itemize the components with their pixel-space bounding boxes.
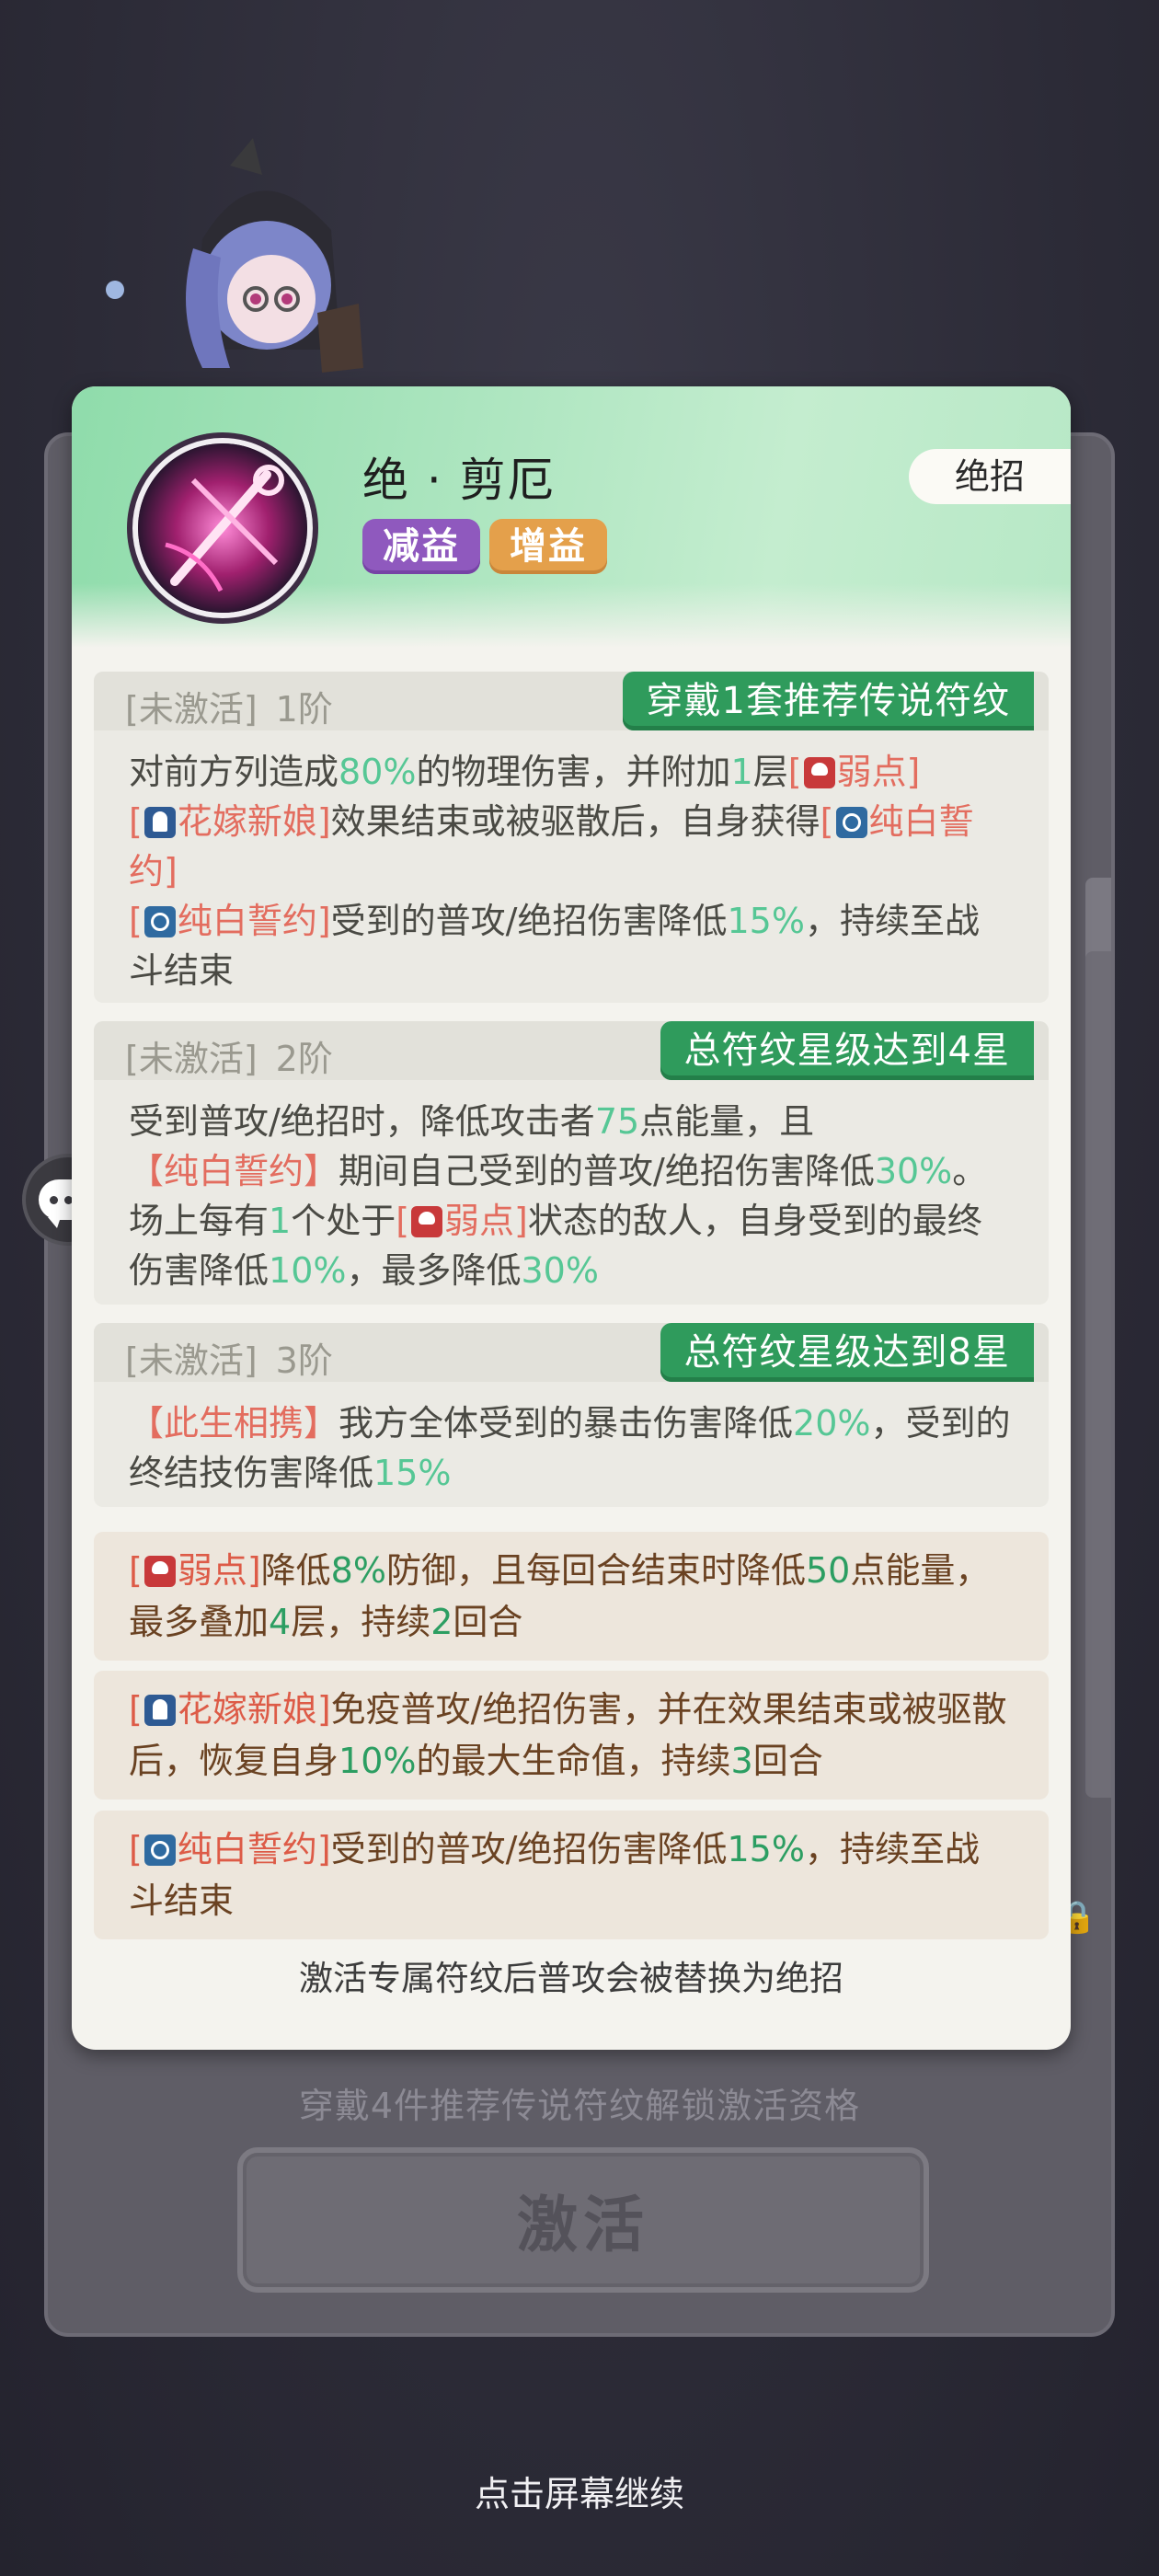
- status-label: [未激活]: [125, 1340, 258, 1381]
- tier-level: 3阶: [275, 1340, 333, 1381]
- weak-point-skull-icon: [143, 1556, 176, 1587]
- effect-white-vow: [纯白誓约]受到的普攻/绝招伤害降低15%，持续至战斗结束: [94, 1811, 1049, 1939]
- skill-scissors-icon: [132, 438, 313, 618]
- requirement-badge: 穿戴1套推荐传说符纹: [622, 672, 1034, 730]
- tier-2: [未激活] 2阶 总符纹星级达到4星 受到普攻/绝招时，降低攻击者75点能量，且【…: [94, 1021, 1049, 1305]
- tier-description: 对前方列造成80%的物理伤害，并附加1层[弱点][花嫁新娘]效果结束或被驱散后，…: [129, 752, 980, 991]
- tier-description: 受到普攻/绝招时，降低攻击者75点能量，且【纯白誓约】期间自己受到的普攻/绝招伤…: [129, 1101, 988, 1291]
- bride-status-icon: [143, 1695, 176, 1726]
- effect-weak-point: [弱点]降低8%防御，且每回合结束时降低50点能量，最多叠加4层，持续2回合: [94, 1532, 1049, 1661]
- tag-debuff: 减益: [362, 519, 480, 574]
- requirement-badge: 总符纹星级达到4星: [660, 1021, 1034, 1080]
- footer-note: 激活专属符纹后普攻会被替换为绝招: [299, 1959, 843, 1998]
- tap-to-continue[interactable]: 点击屏幕继续: [0, 2466, 1159, 2516]
- skill-tags: 减益 增益: [362, 519, 607, 574]
- weak-point-skull-icon: [411, 1206, 443, 1237]
- activate-label: 激活: [517, 2190, 649, 2260]
- tier-header: [未激活] 3阶 总符纹星级达到8星: [94, 1323, 1049, 1382]
- unlock-hint: 穿戴4件推荐传说符纹解锁激活资格: [298, 2086, 861, 2126]
- mascot-character: [106, 138, 363, 373]
- skill-name: 绝 · 剪厄: [362, 454, 556, 507]
- white-vow-status-icon: [143, 906, 176, 937]
- background-slot: [1085, 951, 1111, 1798]
- tag-buff: 增益: [489, 519, 607, 574]
- tier-header: [未激活] 2阶 总符纹星级达到4星: [94, 1021, 1049, 1080]
- white-vow-status-icon: [835, 807, 867, 838]
- tier-status: [未激活] 1阶: [125, 681, 333, 731]
- tier-level: 1阶: [275, 689, 333, 730]
- activate-button[interactable]: 激活: [237, 2147, 929, 2293]
- white-vow-status-icon: [143, 1834, 176, 1866]
- tier-3: [未激活] 3阶 总符纹星级达到8星 【此生相携】我方全体受到的暴击伤害降低20%…: [94, 1323, 1049, 1507]
- tier-status: [未激活] 3阶: [125, 1332, 333, 1383]
- tier-1: [未激活] 1阶 穿戴1套推荐传说符纹 对前方列造成80%的物理伤害，并附加1层[…: [94, 672, 1049, 1003]
- skill-detail-card: 绝 · 剪厄 减益 增益 绝招 [未激活] 1阶 穿戴1套推荐传说符纹 对前方列造…: [72, 386, 1071, 2050]
- tier-status: [未激活] 2阶: [125, 1030, 333, 1081]
- status-label: [未激活]: [125, 1039, 258, 1079]
- status-label: [未激活]: [125, 689, 258, 730]
- weak-point-skull-icon: [803, 757, 835, 788]
- bride-status-icon: [143, 807, 176, 838]
- effect-bride: [花嫁新娘]免疫普攻/绝招伤害，并在效果结束或被驱散后，恢复自身10%的最大生命…: [94, 1671, 1049, 1800]
- tier-level: 2阶: [275, 1039, 333, 1079]
- skill-type-badge: 绝招: [909, 449, 1071, 504]
- tier-header: [未激活] 1阶 穿戴1套推荐传说符纹: [94, 672, 1049, 730]
- requirement-badge: 总符纹星级达到8星: [660, 1323, 1034, 1382]
- tier-description: 【此生相携】我方全体受到的暴击伤害降低20%，受到的终结技伤害降低15%: [129, 1403, 1011, 1493]
